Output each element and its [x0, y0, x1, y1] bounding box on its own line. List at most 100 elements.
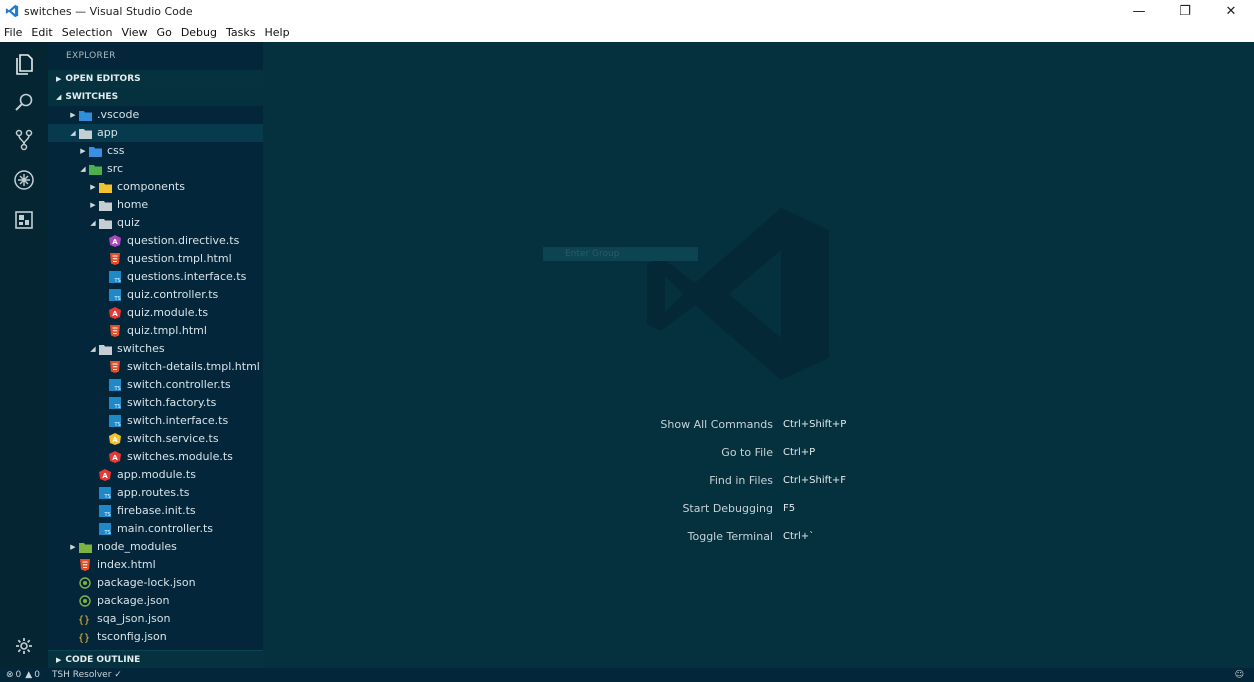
chevron-down-icon[interactable]: ◢: [78, 160, 88, 178]
menu-tasks[interactable]: Tasks: [222, 26, 260, 39]
feedback-smiley-icon[interactable]: ☺: [1235, 670, 1244, 680]
tree-folder-row[interactable]: ▶ .vscode: [48, 106, 263, 124]
close-button[interactable]: ✕: [1208, 0, 1254, 22]
vscode-watermark-icon: [647, 208, 829, 380]
folder-open-icon: [98, 216, 112, 230]
chevron-down-icon[interactable]: ◢: [68, 124, 78, 142]
svg-text:A: A: [112, 238, 118, 246]
tree-file-row[interactable]: TS questions.interface.ts: [48, 268, 263, 286]
svg-text:{}: {}: [78, 615, 90, 625]
shortcut-label[interactable]: Toggle Terminal: [613, 530, 783, 543]
tree-file-row[interactable]: TS switch.factory.ts: [48, 394, 263, 412]
search-icon[interactable]: [12, 90, 36, 114]
tree-folder-row[interactable]: ◢ quiz: [48, 214, 263, 232]
tree-file-row[interactable]: Aapp.module.ts: [48, 466, 263, 484]
shortcut-label[interactable]: Start Debugging: [613, 502, 783, 515]
tree-file-row[interactable]: {} sqa_json.json: [48, 610, 263, 628]
chevron-down-icon[interactable]: ◢: [88, 340, 98, 358]
open-editors-header[interactable]: ▶ OPEN EDITORS: [48, 70, 263, 88]
maximize-button[interactable]: ❐: [1162, 0, 1208, 22]
tree-item-label: components: [117, 180, 185, 193]
menu-go[interactable]: Go: [153, 26, 177, 39]
tree-file-row[interactable]: question.tmpl.html: [48, 250, 263, 268]
activity-bar: [0, 42, 48, 668]
node-folder-icon: [78, 540, 92, 554]
tree-folder-row[interactable]: ▶ css: [48, 142, 263, 160]
shortcut-row[interactable]: Show All Commands Ctrl+Shift+P: [613, 410, 1013, 438]
errors-icon[interactable]: ⊗: [6, 670, 14, 680]
tree-file-row[interactable]: package-lock.json: [48, 574, 263, 592]
typescript-icon: TS: [108, 288, 122, 302]
chevron-right-icon[interactable]: ▶: [68, 538, 78, 556]
menu-edit[interactable]: Edit: [27, 26, 57, 39]
tree-folder-row[interactable]: ▶ home: [48, 196, 263, 214]
debug-icon[interactable]: [12, 168, 36, 192]
tree-file-row[interactable]: {} tsconfig.json: [48, 628, 263, 646]
svg-text:A: A: [112, 310, 118, 318]
code-outline-header[interactable]: ▶ CODE OUTLINE: [48, 650, 263, 668]
shortcut-label[interactable]: Show All Commands: [613, 418, 783, 431]
nodejs-icon: [78, 594, 92, 608]
extensions-icon[interactable]: [12, 208, 36, 232]
tree-folder-row[interactable]: ◢ src: [48, 160, 263, 178]
tree-item-label: switch.service.ts: [127, 432, 219, 445]
tree-file-row[interactable]: switch-details.tmpl.html: [48, 358, 263, 376]
shortcut-label[interactable]: Find in Files: [613, 474, 783, 487]
chevron-right-icon[interactable]: ▶: [78, 142, 88, 160]
tree-file-row[interactable]: TS quiz.controller.ts: [48, 286, 263, 304]
tree-file-row[interactable]: TS app.routes.ts: [48, 484, 263, 502]
tree-file-row[interactable]: TS switch.interface.ts: [48, 412, 263, 430]
shortcut-row[interactable]: Find in Files Ctrl+Shift+F: [613, 466, 1013, 494]
tree-folder-row[interactable]: ◢ app: [48, 124, 263, 142]
warning-count[interactable]: 0: [34, 670, 40, 680]
svg-text:TS: TS: [114, 296, 121, 301]
json-icon: {}: [78, 630, 92, 644]
tree-file-row[interactable]: TS main.controller.ts: [48, 520, 263, 538]
tree-item-label: app.module.ts: [117, 468, 196, 481]
chevron-right-icon[interactable]: ▶: [88, 178, 98, 196]
chevron-down-icon: ◢: [56, 93, 62, 101]
shortcut-key: F5: [783, 502, 796, 514]
open-editors-label: OPEN EDITORS: [65, 74, 141, 84]
tree-file-row[interactable]: quiz.tmpl.html: [48, 322, 263, 340]
angular-icon: A: [108, 450, 122, 464]
tree-folder-row[interactable]: ◢ switches: [48, 340, 263, 358]
tree-file-row[interactable]: index.html: [48, 556, 263, 574]
window-controls: — ❐ ✕: [1116, 0, 1254, 22]
chevron-right-icon[interactable]: ▶: [68, 106, 78, 124]
chevron-right-icon[interactable]: ▶: [88, 196, 98, 214]
tree-file-row[interactable]: Aswitches.module.ts: [48, 448, 263, 466]
chevron-down-icon[interactable]: ◢: [88, 214, 98, 232]
menu-view[interactable]: View: [117, 26, 152, 39]
error-count[interactable]: 0: [16, 670, 22, 680]
tree-file-row[interactable]: Aquiz.module.ts: [48, 304, 263, 322]
tree-file-row[interactable]: Aswitch.service.ts: [48, 430, 263, 448]
explorer-files-icon[interactable]: [12, 52, 36, 76]
tree-item-label: firebase.init.ts: [117, 504, 196, 517]
menu-file[interactable]: File: [0, 26, 27, 39]
tree-file-row[interactable]: Aquestion.directive.ts: [48, 232, 263, 250]
settings-gear-icon[interactable]: [12, 634, 36, 658]
svg-text:TS: TS: [114, 422, 121, 427]
tree-file-row[interactable]: TS firebase.init.ts: [48, 502, 263, 520]
shortcut-row[interactable]: Start Debugging F5: [613, 494, 1013, 522]
tree-folder-row[interactable]: ▶ components: [48, 178, 263, 196]
svg-text:TS: TS: [104, 494, 111, 499]
warning-icon[interactable]: ▲: [25, 670, 32, 680]
tree-file-row[interactable]: TS switch.controller.ts: [48, 376, 263, 394]
menu-debug[interactable]: Debug: [177, 26, 222, 39]
tree-file-row[interactable]: package.json: [48, 592, 263, 610]
folder-section-header[interactable]: ◢ SWITCHES: [48, 88, 263, 106]
svg-text:TS: TS: [114, 404, 121, 409]
tree-folder-row[interactable]: ▶ node_modules: [48, 538, 263, 556]
tsh-resolver-status[interactable]: TSH Resolver ✓: [52, 670, 122, 680]
shortcut-row[interactable]: Toggle Terminal Ctrl+`: [613, 522, 1013, 550]
chevron-right-icon: ▶: [56, 656, 62, 664]
shortcut-label[interactable]: Go to File: [613, 446, 783, 459]
tree-item-label: switch-details.tmpl.html: [127, 360, 260, 373]
shortcut-row[interactable]: Go to File Ctrl+P: [613, 438, 1013, 466]
menu-selection[interactable]: Selection: [58, 26, 118, 39]
source-control-icon[interactable]: [12, 128, 36, 152]
minimize-button[interactable]: —: [1116, 0, 1162, 22]
menu-help[interactable]: Help: [260, 26, 294, 39]
